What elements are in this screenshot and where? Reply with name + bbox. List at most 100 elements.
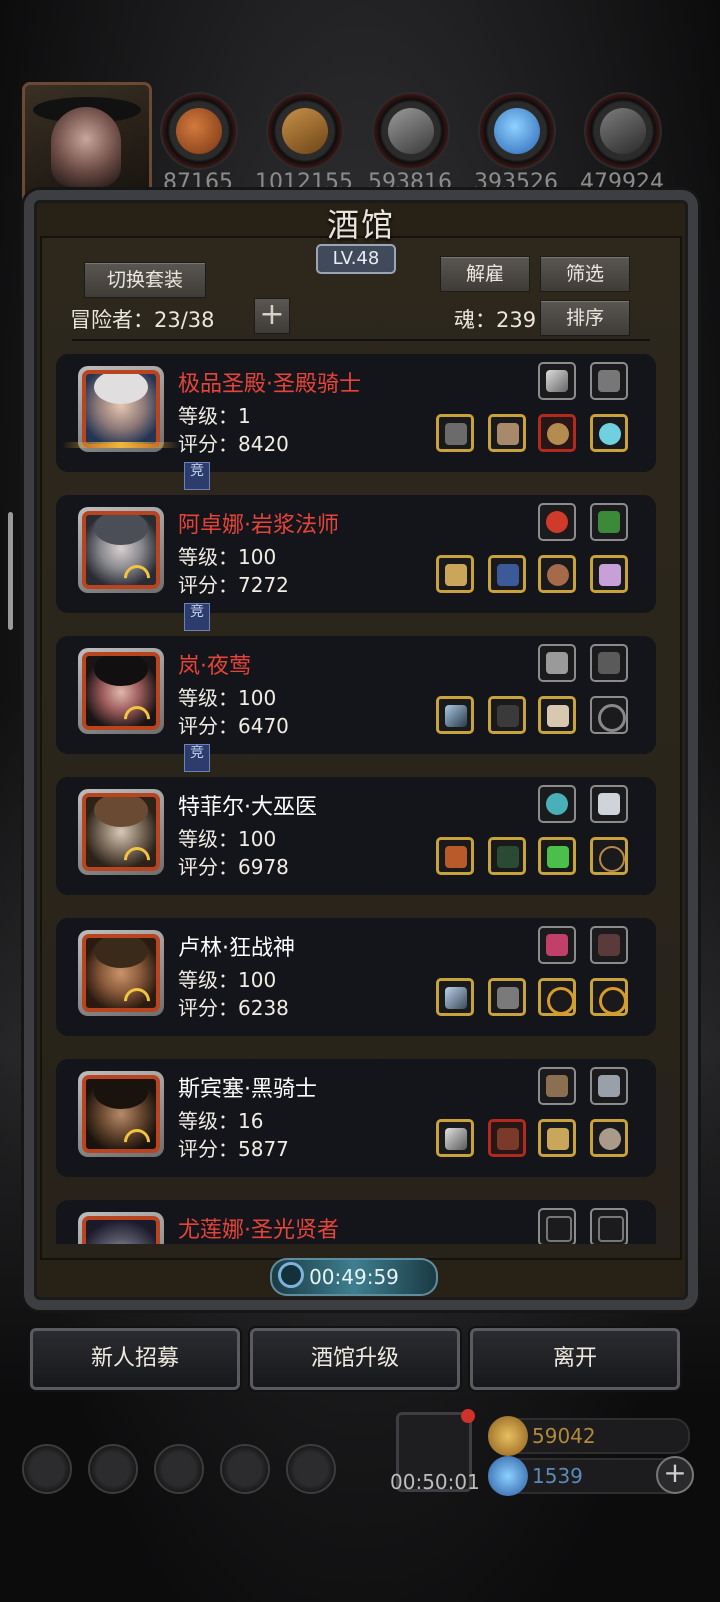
hero-card[interactable]: 阿卓娜·岩浆法师 等级：100 评分：7272 <box>56 495 656 613</box>
hero-avatar <box>78 366 164 452</box>
hero-card[interactable]: 极品圣殿·圣殿骑士 等级：1 评分：8420 <box>56 354 656 472</box>
equipment-slot[interactable] <box>538 1208 576 1244</box>
notification-dot <box>461 1409 475 1423</box>
equipment-slot[interactable] <box>538 837 576 875</box>
hero-name: 极品圣殿·圣殿骑士 <box>178 372 361 397</box>
hero-name: 斯宾塞·黑骑士 <box>178 1077 317 1102</box>
wood-resource-icon[interactable] <box>266 92 344 170</box>
equipment-slot[interactable] <box>590 362 628 400</box>
equipment-slot[interactable] <box>436 555 474 593</box>
equipment-slot[interactable] <box>590 503 628 541</box>
add-gems-button[interactable]: + <box>656 1456 694 1494</box>
shield-icon[interactable] <box>286 1444 336 1494</box>
player-portrait[interactable] <box>22 82 152 206</box>
gem-icon <box>488 1456 528 1496</box>
equipment-slot[interactable] <box>488 978 526 1016</box>
hero-avatar <box>78 789 164 875</box>
hero-avatar <box>78 1071 164 1157</box>
hero-name: 岚·夜莺 <box>178 654 251 679</box>
equipment-slot[interactable] <box>590 1119 628 1157</box>
equipment-slot[interactable] <box>436 837 474 875</box>
equipment-slot[interactable] <box>436 414 474 452</box>
equipment-slot[interactable] <box>538 555 576 593</box>
meat-resource-icon[interactable] <box>160 92 238 170</box>
crystal-resource-icon[interactable] <box>478 92 556 170</box>
hero-score: 评分：6238 <box>178 996 289 1020</box>
dismiss-button[interactable]: 解雇 <box>440 256 530 292</box>
equipment-slot[interactable] <box>488 696 526 734</box>
gold-coin-icon <box>488 1416 528 1456</box>
equipment-slot[interactable] <box>538 644 576 682</box>
hero-avatar <box>78 648 164 734</box>
equipment-slot[interactable] <box>538 696 576 734</box>
stone-resource-icon[interactable] <box>584 92 662 170</box>
hero-card[interactable]: 尤莲娜·圣光贤者 <box>56 1200 656 1244</box>
equipment-slot[interactable] <box>538 785 576 823</box>
equipment-slot[interactable] <box>590 837 628 875</box>
hero-card[interactable]: 特菲尔·大巫医 等级：100 评分：6978 <box>56 777 656 895</box>
equipment-slot[interactable] <box>488 555 526 593</box>
castle-icon[interactable] <box>154 1444 204 1494</box>
gold-amount: 59042 <box>532 1424 596 1448</box>
equipment-slot[interactable] <box>538 978 576 1016</box>
hero-level: 等级：1 <box>178 404 251 428</box>
clock-icon <box>278 1262 304 1288</box>
hero-level: 等级：16 <box>178 1109 264 1133</box>
settings-icon[interactable] <box>22 1444 72 1494</box>
tavern-level-badge: LV.48 <box>316 244 396 274</box>
recruit-button[interactable]: 新人招募 <box>30 1328 240 1390</box>
equipment-slot[interactable] <box>538 362 576 400</box>
equipment-slot[interactable] <box>590 1208 628 1244</box>
equipment-slot[interactable] <box>538 414 576 452</box>
leave-button[interactable]: 离开 <box>470 1328 680 1390</box>
equipment-slot[interactable] <box>538 926 576 964</box>
hero-list[interactable]: 极品圣殿·圣殿骑士 等级：1 评分：8420 竞 阿卓娜·岩浆法师 等级：100… <box>56 350 668 1244</box>
avatar-glow <box>62 442 180 448</box>
hero-score: 评分：5877 <box>178 1137 289 1161</box>
add-slot-button[interactable]: + <box>254 298 290 334</box>
portrait-face <box>51 107 121 187</box>
equipment-slot[interactable] <box>590 644 628 682</box>
hero-card[interactable]: 岚·夜莺 等级：100 评分：6470 <box>56 636 656 754</box>
equipment-slot[interactable] <box>488 837 526 875</box>
page-title: 酒馆 <box>326 206 395 244</box>
arena-tag: 竞 <box>184 603 210 631</box>
equipment-slot[interactable] <box>436 978 474 1016</box>
hero-level: 等级：100 <box>178 545 277 569</box>
equipment-slot[interactable] <box>436 1119 474 1157</box>
equipment-slot[interactable] <box>590 978 628 1016</box>
upgrade-tavern-button[interactable]: 酒馆升级 <box>250 1328 460 1390</box>
arena-tag: 竞 <box>184 462 210 490</box>
hero-score: 评分：6470 <box>178 714 289 738</box>
star-icon[interactable] <box>88 1444 138 1494</box>
equipment-slot[interactable] <box>590 926 628 964</box>
side-scroll-indicator <box>8 512 13 630</box>
sort-button[interactable]: 排序 <box>540 300 630 336</box>
equipment-slot[interactable] <box>538 1119 576 1157</box>
equipment-slot[interactable] <box>538 1067 576 1105</box>
equipment-slot[interactable] <box>590 785 628 823</box>
hero-score: 评分：8420 <box>178 432 289 456</box>
equipment-slot[interactable] <box>436 696 474 734</box>
hero-score: 评分：6978 <box>178 855 289 879</box>
hero-level: 等级：100 <box>178 686 277 710</box>
equipment-slot[interactable] <box>590 1067 628 1105</box>
equipment-slot[interactable] <box>590 696 628 734</box>
equipment-slot[interactable] <box>488 1119 526 1157</box>
gift-timer: 00:50:01 <box>390 1470 480 1494</box>
hero-name: 卢林·狂战神 <box>178 936 295 961</box>
adventurer-count: 冒险者：23/38 <box>70 308 215 332</box>
iron-resource-icon[interactable] <box>372 92 450 170</box>
hero-card[interactable]: 卢林·狂战神 等级：100 评分：6238 <box>56 918 656 1036</box>
switch-outfit-button[interactable]: 切换套装 <box>84 262 206 298</box>
hero-name: 特菲尔·大巫医 <box>178 795 317 820</box>
hero-card[interactable]: 斯宾塞·黑骑士 等级：16 评分：5877 <box>56 1059 656 1177</box>
mail-icon[interactable] <box>220 1444 270 1494</box>
filter-button[interactable]: 筛选 <box>540 256 630 292</box>
equipment-slot[interactable] <box>488 414 526 452</box>
equipment-slot[interactable] <box>590 555 628 593</box>
soul-count: 魂：239 <box>454 308 537 332</box>
arena-tag: 竞 <box>184 744 210 772</box>
equipment-slot[interactable] <box>590 414 628 452</box>
equipment-slot[interactable] <box>538 503 576 541</box>
